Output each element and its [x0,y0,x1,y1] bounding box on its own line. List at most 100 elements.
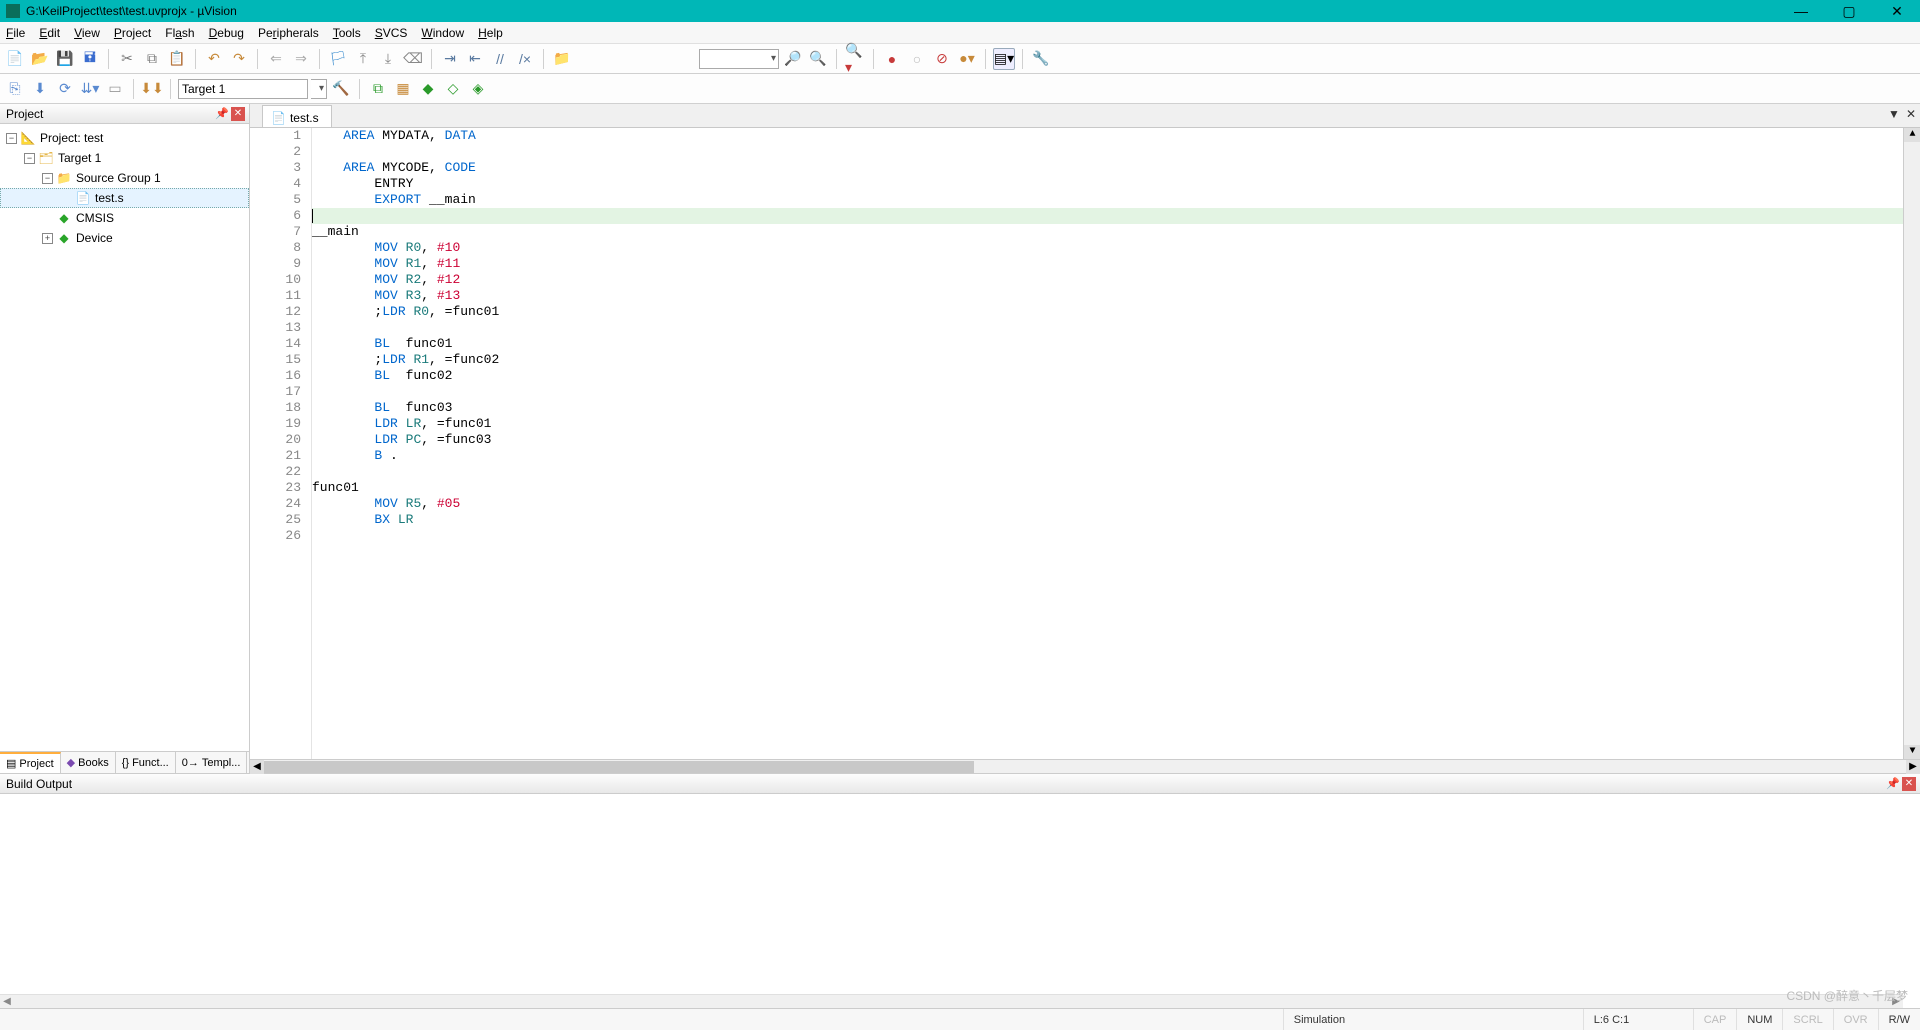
rebuild-icon[interactable]: ⟳ [54,78,76,100]
tree-label: CMSIS [76,211,114,225]
incremental-find-icon[interactable]: 🔍 [807,48,829,70]
build-output-body[interactable]: ◀ ▶ [0,794,1920,1008]
batch-build-icon[interactable]: ⇊▾ [79,78,101,100]
tree-label: Project: test [40,131,103,145]
tab-functions[interactable]: {}Funct... [116,752,176,773]
build-horizontal-scrollbar[interactable]: ◀ ▶ [0,994,1903,1008]
target-options-icon[interactable]: 🔨 [330,78,352,100]
project-tree[interactable]: − 📐 Project: test − 🗂 Target 1 − 📁 Sourc… [0,124,249,751]
tab-books[interactable]: ◆Books [61,752,116,773]
select-packs-icon[interactable]: ▦ [392,78,414,100]
undo-icon[interactable]: ↶ [203,48,225,70]
download-icon[interactable]: ⬇⬇ [141,78,163,100]
tree-root[interactable]: − 📐 Project: test [0,128,249,148]
nav-back-icon[interactable]: ⇐ [265,48,287,70]
code-editor[interactable]: 1234567891011121314151617181920212223242… [250,128,1920,759]
expand-icon[interactable]: + [42,233,53,244]
breakpoint-disable-icon[interactable]: ○ [906,48,928,70]
nav-forward-icon[interactable]: ⇒ [290,48,312,70]
menu-debug[interactable]: Debug [209,26,244,40]
expand-icon[interactable]: − [24,153,35,164]
status-ovr: OVR [1833,1009,1878,1030]
project-panel: Project 📌 ✕ − 📐 Project: test − 🗂 Target… [0,104,250,773]
expand-icon[interactable]: − [42,173,53,184]
breakpoint-kill-icon[interactable]: ⊘ [931,48,953,70]
tree-target[interactable]: − 🗂 Target 1 [0,148,249,168]
tab-close-icon[interactable]: ✕ [1906,107,1916,121]
find-icon[interactable]: 🔎 [782,48,804,70]
tree-device[interactable]: + ◆ Device [0,228,249,248]
bookmark-prev-icon[interactable]: ⤒ [352,48,374,70]
bookmark-toggle-icon[interactable]: 🏳 [327,48,349,70]
build-icon[interactable]: ⬇ [29,78,51,100]
configure-icon[interactable]: 🔧 [1030,48,1052,70]
menu-file[interactable]: File [6,26,25,40]
vertical-scrollbar[interactable]: ▲ ▼ [1903,128,1920,759]
target-select[interactable] [178,79,308,99]
tree-group[interactable]: − 📁 Source Group 1 [0,168,249,188]
editor-tab-tests[interactable]: 📄 test.s [262,105,332,127]
scroll-left-icon[interactable]: ◀ [0,995,14,1009]
tree-cmsis[interactable]: ◆ CMSIS [0,208,249,228]
menu-view[interactable]: View [74,26,100,40]
scroll-up-icon[interactable]: ▲ [1904,128,1920,142]
tree-label: Source Group 1 [76,171,161,185]
expand-icon[interactable]: − [6,133,17,144]
open-file-icon[interactable]: 📂 [29,48,51,70]
outdent-icon[interactable]: ⇤ [464,48,486,70]
save-all-icon[interactable]: 🖬 [79,48,101,70]
menu-peripherals[interactable]: Peripherals [258,26,319,40]
bookmark-next-icon[interactable]: ⤓ [377,48,399,70]
tab-templates[interactable]: 0→Templ... [176,752,248,773]
panel-close-icon[interactable]: ✕ [231,107,245,121]
new-file-icon[interactable]: 📄 [4,48,26,70]
debug-session-icon[interactable]: 🔍▾ [844,48,866,70]
close-button[interactable]: ✕ [1884,3,1910,20]
cut-icon[interactable]: ✂ [116,48,138,70]
menu-edit[interactable]: Edit [39,26,60,40]
build-output-panel: Build Output 📌 ✕ ◀ ▶ [0,773,1920,1008]
manage-components-icon[interactable]: ⧉ [367,78,389,100]
menu-flash[interactable]: Flash [165,26,194,40]
menu-window[interactable]: Window [421,26,464,40]
window-layout-icon[interactable]: ▤▾ [993,48,1015,70]
file-icon: 📄 [75,191,91,205]
stop-build-icon[interactable]: ▭ [104,78,126,100]
scroll-down-icon[interactable]: ▼ [1904,745,1920,759]
breakpoint-killall-icon[interactable]: ●▾ [956,48,978,70]
indent-icon[interactable]: ⇥ [439,48,461,70]
tab-project[interactable]: ▤Project [0,752,61,773]
uncomment-icon[interactable]: /× [514,48,536,70]
tab-dropdown-icon[interactable]: ▼ [1888,107,1900,121]
redo-icon[interactable]: ↷ [228,48,250,70]
manage-rte-icon[interactable]: ◇ [442,78,464,100]
scroll-left-icon[interactable]: ◀ [250,760,264,774]
scroll-right-icon[interactable]: ▶ [1906,760,1920,774]
translate-icon[interactable]: ⎘ [4,78,26,100]
tree-file[interactable]: 📄 test.s [0,188,249,208]
save-icon[interactable]: 💾 [54,48,76,70]
pin-icon[interactable]: 📌 [215,107,229,120]
copy-icon[interactable]: ⧉ [141,48,163,70]
menu-svcs[interactable]: SVCS [375,26,408,40]
find-in-files-icon[interactable]: 📁 [551,48,573,70]
maximize-button[interactable]: ▢ [1836,3,1862,20]
target-select-arrow[interactable] [311,79,327,99]
paste-icon[interactable]: 📋 [166,48,188,70]
books-window-icon[interactable]: ◈ [467,78,489,100]
menu-project[interactable]: Project [114,26,151,40]
horizontal-scrollbar[interactable]: ◀ ▶ [250,759,1920,773]
breakpoint-insert-icon[interactable]: ● [881,48,903,70]
pack-installer-icon[interactable]: ◆ [417,78,439,100]
panel-close-icon[interactable]: ✕ [1902,777,1916,791]
bookmark-clear-icon[interactable]: ⌫ [402,48,424,70]
menu-tools[interactable]: Tools [333,26,361,40]
find-combo[interactable] [699,49,779,69]
comment-icon[interactable]: // [489,48,511,70]
scrollbar-thumb[interactable] [264,761,974,773]
pin-icon[interactable]: 📌 [1886,777,1900,790]
main-toolbar: 📄 📂 💾 🖬 ✂ ⧉ 📋 ↶ ↷ ⇐ ⇒ 🏳 ⤒ ⤓ ⌫ ⇥ ⇤ // /× … [0,44,1920,74]
menu-help[interactable]: Help [478,26,503,40]
folder-icon: 📁 [56,171,72,185]
minimize-button[interactable]: — [1788,3,1814,20]
